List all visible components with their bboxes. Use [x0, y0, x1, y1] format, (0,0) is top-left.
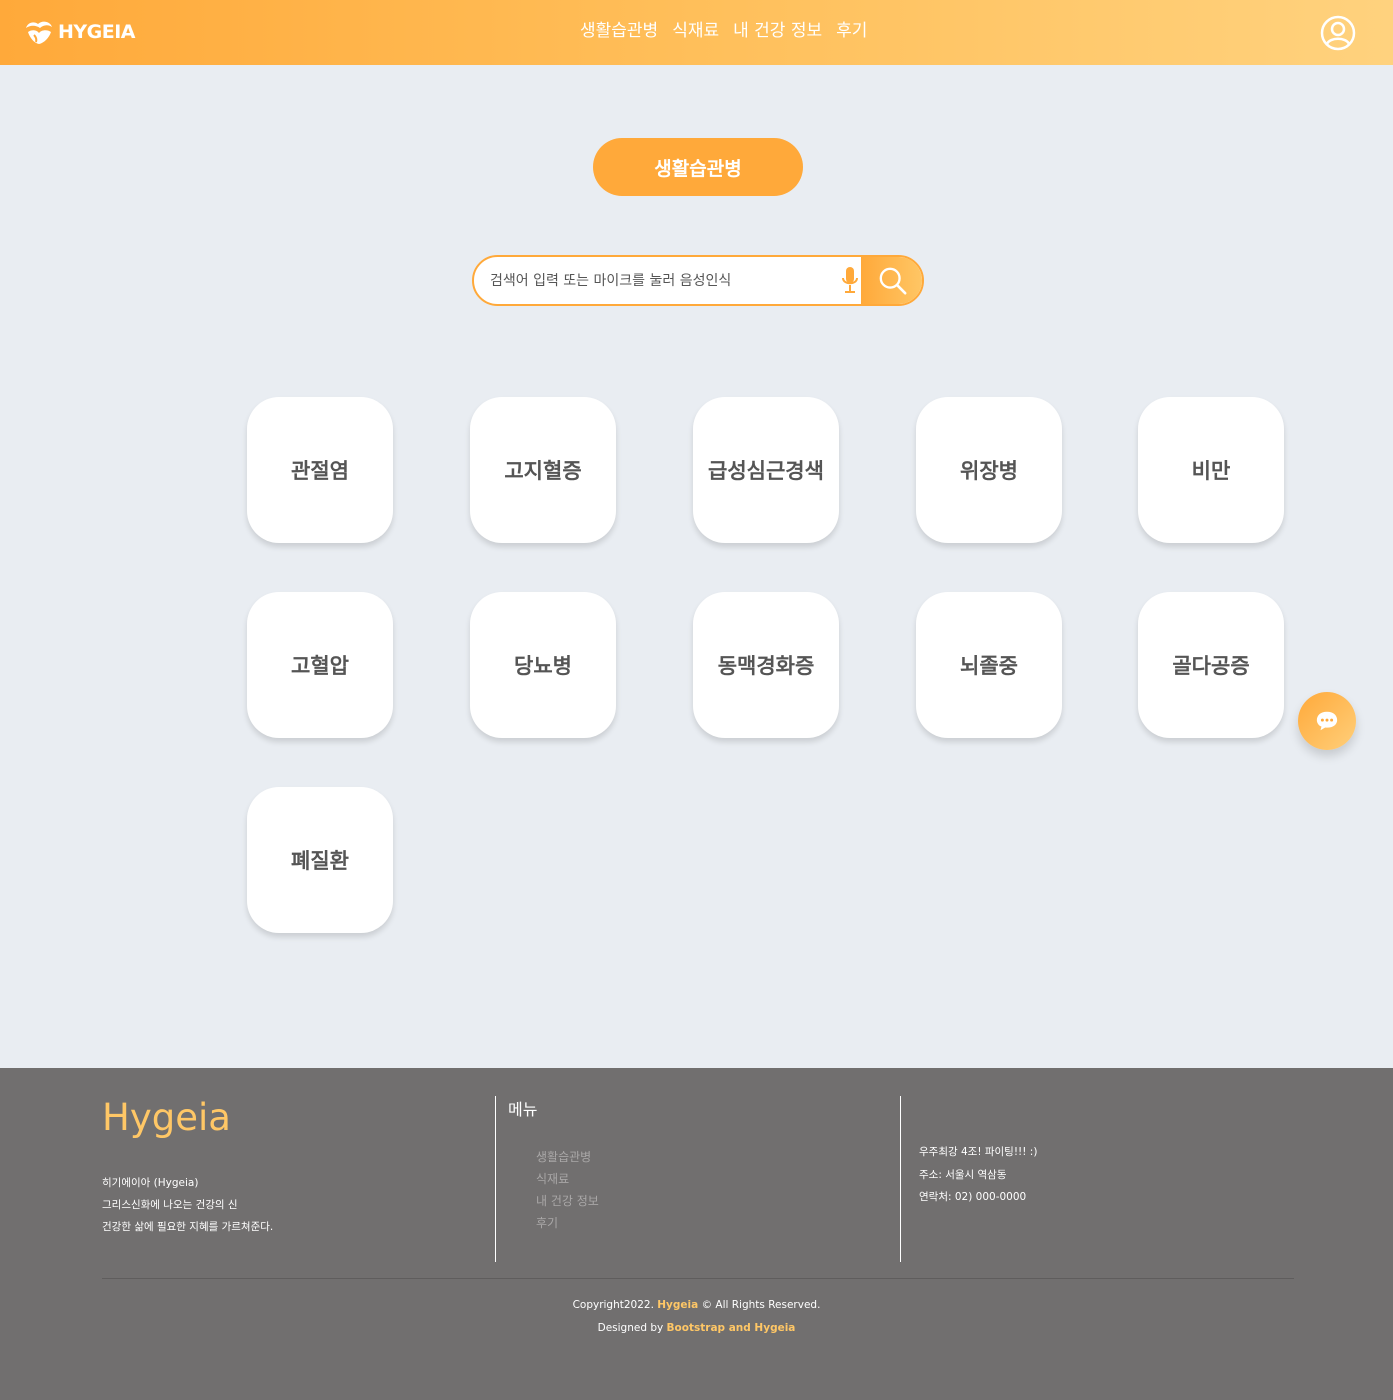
footer-about: 히기에이아 (Hygeia) 그리스신화에 나오는 건강의 신 건강한 삶에 필… — [102, 1172, 273, 1238]
user-circle-icon — [1320, 15, 1356, 51]
footer-menu-title: 메뉴 — [508, 1100, 538, 1119]
search-bar — [472, 255, 924, 306]
copyright-line: Copyright2022. Hygeia © All Rights Reser… — [0, 1294, 1393, 1317]
footer-rule — [102, 1278, 1294, 1279]
microphone-icon — [842, 267, 858, 293]
footer-menu-item[interactable]: 내 건강 정보 — [536, 1190, 599, 1212]
disease-card-arteriosclerosis[interactable]: 동맥경화증 — [693, 592, 839, 738]
hygeia-logo-icon — [26, 21, 52, 44]
user-profile-button[interactable] — [1320, 15, 1356, 51]
footer-copyright: Copyright2022. Hygeia © All Rights Reser… — [0, 1294, 1393, 1340]
site-footer: Hygeia 히기에이아 (Hygeia) 그리스신화에 나오는 건강의 신 건… — [0, 1068, 1393, 1400]
disease-card-gastric-disease[interactable]: 위장병 — [916, 397, 1062, 543]
footer-about-line: 히기에이아 (Hygeia) — [102, 1177, 199, 1189]
search-submit-button[interactable] — [861, 257, 922, 304]
footer-menu-item[interactable]: 식재료 — [536, 1168, 599, 1190]
chatbot-button[interactable] — [1298, 692, 1356, 750]
nav-reviews[interactable]: 후기 — [836, 16, 867, 41]
search-input[interactable] — [490, 257, 840, 304]
disease-card-hyperlipidemia[interactable]: 고지혈증 — [470, 397, 616, 543]
nav-ingredients[interactable]: 식재료 — [672, 16, 719, 41]
voice-search-button[interactable] — [840, 265, 860, 295]
footer-divider — [495, 1096, 496, 1262]
nav-my-health[interactable]: 내 건강 정보 — [733, 16, 822, 41]
category-pill-lifestyle-disease[interactable]: 생활습관병 — [593, 138, 803, 196]
footer-menu-item[interactable]: 생활습관병 — [536, 1146, 599, 1168]
logo-text: HYGEIA — [58, 21, 136, 43]
chat-bubble-icon — [1316, 711, 1338, 731]
main-nav: 생활습관병 식재료 내 건강 정보 후기 — [580, 16, 867, 41]
disease-card-arthritis[interactable]: 관절염 — [247, 397, 393, 543]
footer-contact-line: 연락처: 02) 000-0000 — [919, 1191, 1027, 1203]
footer-menu-item[interactable]: 후기 — [536, 1212, 599, 1234]
brand-logo[interactable]: HYGEIA — [24, 18, 136, 46]
footer-brand: Hygeia — [102, 1096, 231, 1139]
footer-contact-line: 주소: 서울시 역삼동 — [919, 1168, 1007, 1181]
footer-about-line: 그리스신화에 나오는 건강의 신 — [102, 1199, 238, 1211]
footer-about-line: 건강한 삶에 필요한 지혜를 가르쳐준다. — [102, 1221, 274, 1233]
top-navbar: HYGEIA 생활습관병 식재료 내 건강 정보 후기 — [0, 0, 1393, 65]
copyright-brand: Hygeia — [657, 1299, 699, 1311]
disease-card-diabetes[interactable]: 당뇨병 — [470, 592, 616, 738]
designed-prefix: Designed by — [597, 1322, 667, 1334]
footer-menu: 생활습관병 식재료 내 건강 정보 후기 — [536, 1146, 599, 1234]
disease-card-obesity[interactable]: 비만 — [1138, 397, 1284, 543]
nav-lifestyle-disease[interactable]: 생활습관병 — [580, 16, 658, 41]
designed-by-line: Designed by Bootstrap and Hygeia — [0, 1317, 1393, 1340]
disease-card-myocardial-infarction[interactable]: 급성심근경색 — [693, 397, 839, 543]
disease-card-lung-disease[interactable]: 폐질환 — [247, 787, 393, 933]
copyright-suffix: © All Rights Reserved. — [698, 1299, 821, 1311]
designed-by-link[interactable]: Bootstrap and Hygeia — [667, 1322, 796, 1334]
footer-divider — [900, 1096, 901, 1262]
footer-contact-line: 우주최강 4조! 파이팅!!! :) — [919, 1146, 1038, 1158]
disease-card-stroke[interactable]: 뇌졸중 — [916, 592, 1062, 738]
copyright-prefix: Copyright2022. — [572, 1299, 658, 1311]
footer-contact: 우주최강 4조! 파이팅!!! :) 주소: 서울시 역삼동 연락처: 02) … — [919, 1141, 1037, 1209]
disease-card-osteoporosis[interactable]: 골다공증 — [1138, 592, 1284, 738]
disease-card-hypertension[interactable]: 고혈압 — [247, 592, 393, 738]
search-icon — [879, 267, 906, 294]
